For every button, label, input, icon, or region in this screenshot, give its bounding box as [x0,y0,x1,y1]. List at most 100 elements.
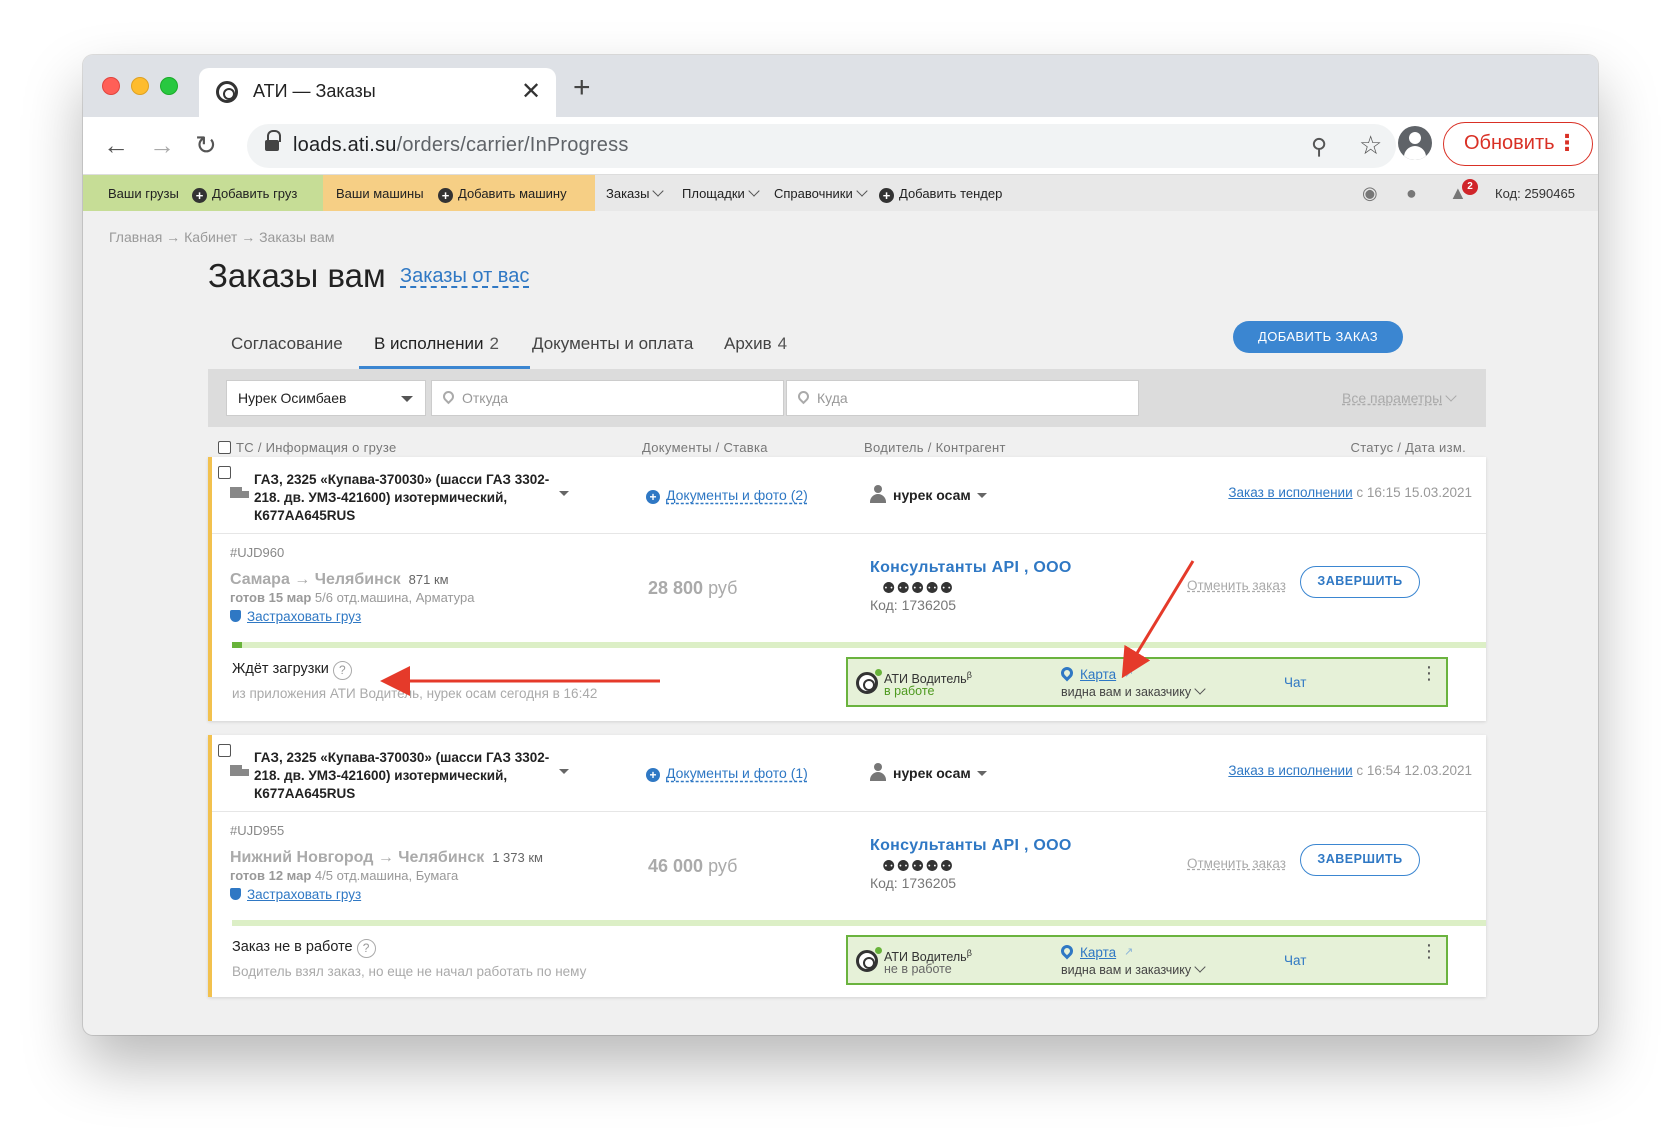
order-state-description: Водитель взял заказ, но еще не начал раб… [232,964,587,979]
company-name-link[interactable]: Консультанты API , ООО [870,837,1072,855]
tab-in-progress[interactable]: В исполнении 2 [374,334,499,354]
insure-cargo-link[interactable]: Застраховать груз [230,609,361,624]
select-all-checkbox[interactable] [218,441,231,454]
forward-button[interactable]: → [149,130,175,161]
truck-info: ГАЗ, 2325 «Купава-370030» (шасси ГАЗ 330… [254,472,550,523]
order-state-description: из приложения АТИ Водитель, нурек осам с… [232,686,598,701]
nav-add-tender[interactable]: + Добавить тендер [879,186,1002,203]
tab-documents-payment[interactable]: Документы и оплата [532,334,693,354]
new-tab-button[interactable]: + [573,71,591,105]
finish-order-button[interactable]: ЗАВЕРШИТЬ [1300,566,1420,598]
profile-avatar-icon[interactable] [1398,126,1432,160]
add-order-button[interactable]: ДОБАВИТЬ ЗАКАЗ [1233,321,1403,353]
order-card: ГАЗ, 2325 «Купава-370030» (шасси ГАЗ 330… [208,735,1486,997]
chat-link[interactable]: Чат [1284,675,1306,690]
location-pin-icon [440,388,457,405]
company-name-link[interactable]: Консультанты API , ООО [870,559,1072,577]
contractor-select[interactable]: Нурек Осимбаев [226,380,426,416]
address-bar[interactable]: loads.ati.su/orders/carrier/InProgress ⚲… [247,124,1396,168]
documents-link[interactable]: + Документы и фото (2) [646,487,808,504]
col-status: Статус / Дата изм. [1350,440,1466,455]
map-pin-icon [1058,664,1076,682]
site-nav: Ваши грузы + Добавить груз Ваши машины + Д… [83,175,1598,211]
tab-title: АТИ — Заказы [253,81,376,101]
ati-favicon-icon [216,81,238,103]
map-visibility-select[interactable]: видна вам и заказчику [1061,683,1206,699]
shield-check-icon [230,888,241,900]
all-params-link[interactable]: Все параметры [1342,390,1457,406]
map-link[interactable]: Карта [1080,667,1116,682]
chevron-down-icon [652,185,665,197]
browser-tab[interactable]: АТИ — Заказы ✕ [199,68,556,117]
chevron-down-icon [748,185,760,197]
more-options-icon[interactable]: ⋮ [1420,664,1438,682]
order-route: Самара → Челябинск 871 км [230,571,449,588]
from-input[interactable]: Откуда [431,380,784,416]
map-link[interactable]: Карта [1080,945,1116,960]
more-options-icon[interactable]: ⋮ [1420,942,1438,960]
order-status-link[interactable]: Заказ в исполнении [1228,763,1352,778]
user-code: Код: 2590465 [1495,186,1575,201]
bookmark-star-icon[interactable]: ☆ [1359,130,1382,161]
order-card: ГАЗ, 2325 «Купава-370030» (шасси ГАЗ 330… [208,457,1486,721]
ati-driver-logo-icon [856,672,878,694]
browser-window: АТИ — Заказы ✕ + ← → ↻ loads.ati.su/orde… [83,55,1598,1035]
nav-platforms[interactable]: Площадки [682,185,760,201]
online-status-dot [875,947,882,954]
app-state: в работе [884,684,935,698]
breadcrumb[interactable]: Главная → Кабинет → Заказы вам [109,229,334,245]
plus-icon: + [438,188,453,203]
minimize-window-button[interactable] [131,77,149,95]
update-browser-button[interactable]: Обновить ⋮ [1443,122,1593,166]
to-input[interactable]: Куда [786,380,1139,416]
url-text[interactable]: loads.ati.su/orders/carrier/InProgress [293,134,629,157]
nav-orders[interactable]: Заказы [606,185,665,201]
chevron-down-icon [1445,390,1457,402]
order-checkbox[interactable] [218,744,231,757]
documents-link[interactable]: + Документы и фото (1) [646,765,808,782]
driver-name[interactable]: нурек осам [893,765,987,781]
cancel-order-link[interactable]: Отменить заказ [1187,578,1286,593]
tab-archive[interactable]: Архив 4 [724,334,787,354]
cargo-info: готов 15 мар 5/6 отд.машина, Арматура [230,590,475,605]
cargo-info: готов 12 мар 4/5 отд.машина, Бумага [230,868,459,883]
zoom-out-icon[interactable]: ⚲ [1311,134,1327,160]
orders-from-you-link[interactable]: Заказы от вас [400,265,529,288]
menu-kebab-icon[interactable]: ⋮ [1556,130,1578,156]
insure-cargo-link[interactable]: Застраховать груз [230,887,361,902]
back-button[interactable]: ← [103,130,129,161]
company-code: Код: 1736205 [870,875,957,891]
external-link-icon: ↗ [1124,668,1134,680]
col-ts: ТС / Информация о грузе [236,440,397,455]
search-user-icon[interactable]: ◉ [1362,183,1382,203]
order-status-link[interactable]: Заказ в исполнении [1228,485,1352,500]
app-state: не в работе [884,962,952,976]
finish-order-button[interactable]: ЗАВЕРШИТЬ [1300,844,1420,876]
tab-close-icon[interactable]: ✕ [521,77,541,106]
nav-your-trucks[interactable]: Ваши машины [336,186,424,201]
col-docs: Документы / Ставка [642,440,768,455]
nav-directories[interactable]: Справочники [774,185,868,201]
truck-dropdown-icon[interactable] [559,491,569,496]
tab-agreement[interactable]: Согласование [231,334,343,354]
truck-dropdown-icon[interactable] [559,769,569,774]
nav-add-load[interactable]: + Добавить груз [192,186,297,203]
driver-name[interactable]: нурек осам [893,487,987,503]
maximize-window-button[interactable] [160,77,178,95]
driver-dropdown-icon [976,493,987,498]
nav-your-loads[interactable]: Ваши грузы [108,186,179,201]
map-visibility-select[interactable]: видна вам и заказчику [1061,961,1206,977]
order-checkbox[interactable] [218,466,231,479]
col-driver: Водитель / Контрагент [864,440,1006,455]
help-icon[interactable]: ? [332,661,352,680]
driver-dropdown-icon [976,771,987,776]
nav-add-truck[interactable]: + Добавить машину [438,186,567,203]
cancel-order-link[interactable]: Отменить заказ [1187,856,1286,871]
chat-link[interactable]: Чат [1284,953,1306,968]
order-progress-bar [232,642,1486,648]
help-icon[interactable]: ? [356,939,376,958]
close-window-button[interactable] [102,77,120,95]
messages-icon[interactable]: ● [1406,183,1426,203]
truck-icon [230,765,250,779]
reload-button[interactable]: ↻ [195,130,217,161]
